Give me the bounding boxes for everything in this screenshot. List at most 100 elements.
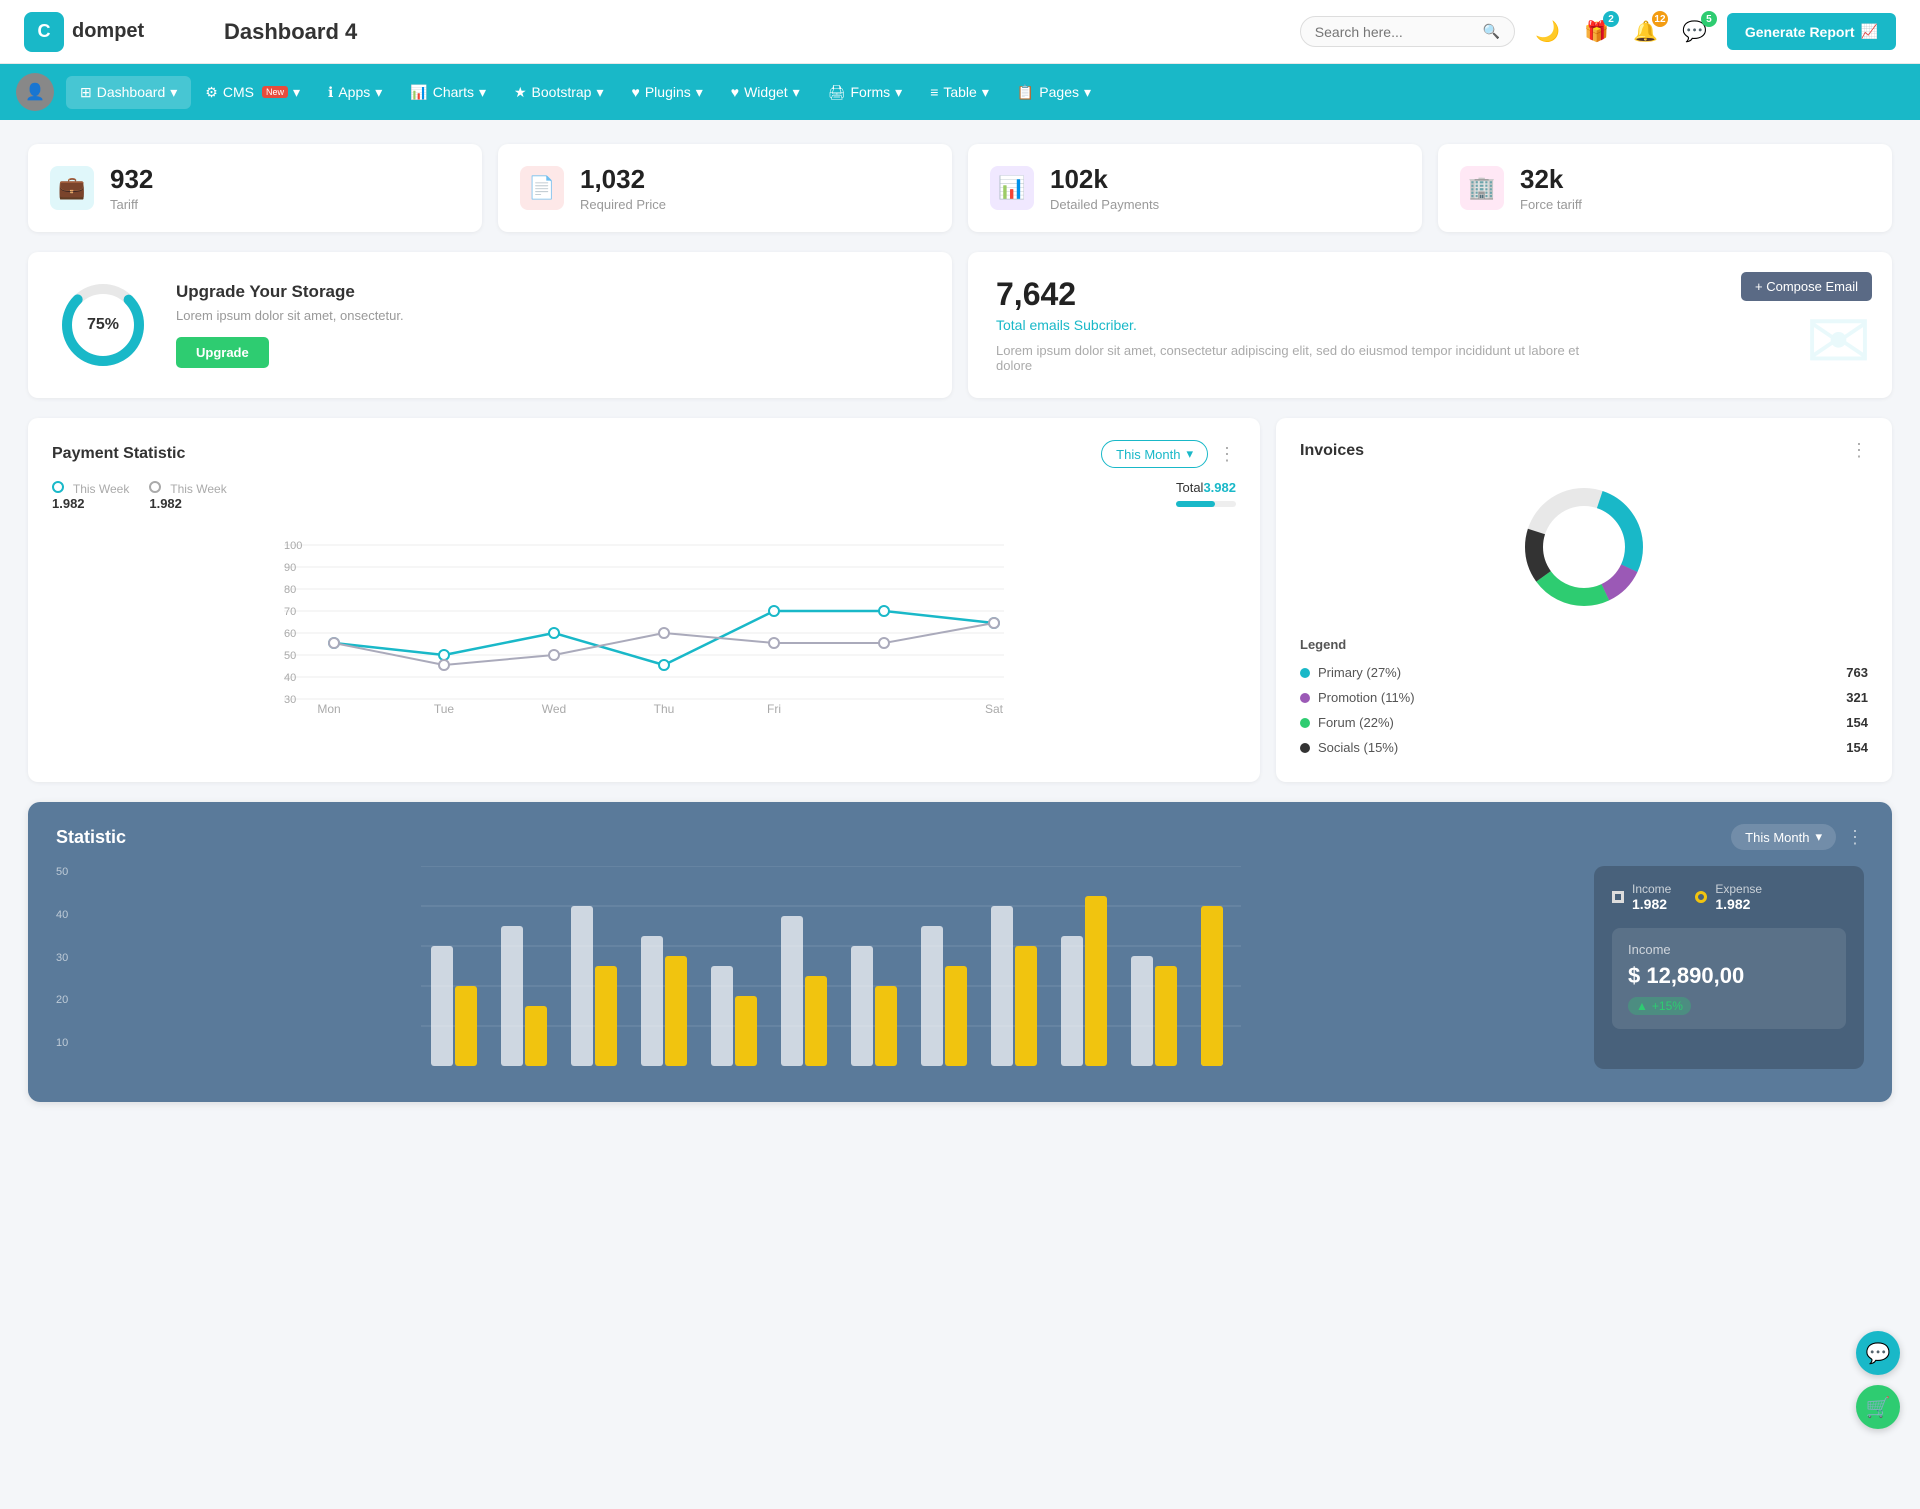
svg-text:60: 60 [284,628,296,640]
bell-badge: 12 [1652,11,1668,27]
nav-label-table: Table [943,84,976,100]
bootstrap-icon: ★ [514,84,527,101]
email-card: + Compose Email 7,642 Total emails Subcr… [968,252,1892,398]
nav-label-pages: Pages [1039,84,1079,100]
income-expense-panel: Income 1.982 Expense 1.982 Income $ [1594,866,1864,1069]
force-tariff-label: Force tariff [1520,197,1582,212]
nav-item-pages[interactable]: 📋 Pages ▾ [1003,76,1105,109]
tariff-label: Tariff [110,197,153,212]
nav-item-table[interactable]: ≡ Table ▾ [916,76,1003,109]
storage-info: Upgrade Your Storage Lorem ipsum dolor s… [176,282,404,368]
moon-icon-btn[interactable]: 🌙 [1531,15,1564,48]
nav-item-plugins[interactable]: ♥ Plugins ▾ [618,76,717,109]
chat-icon-btn[interactable]: 💬 5 [1678,15,1711,48]
nav-label-forms: Forms [850,84,890,100]
invoices-legend-table: Primary (27%) 763 Promotion (11%) 321 Fo… [1300,660,1868,760]
invoices-more-icon[interactable]: ⋮ [1850,440,1868,461]
email-bg-icon: ✉ [1805,295,1872,388]
cms-icon: ⚙ [205,84,218,101]
y-label-20: 20 [56,994,84,1006]
arrow-up-icon: ▲ [1636,999,1648,1013]
chevron-down-icon-stat: ▾ [1815,829,1822,845]
nav-item-widget[interactable]: ♥ Widget ▾ [717,76,814,109]
legend-promotion: Promotion (11%) 321 [1300,685,1868,710]
logo: C dompet [24,12,204,52]
payment-legend2: This Week 1.982 [149,480,226,519]
invoices-card: Invoices ⋮ Legend [1276,418,1892,782]
payment-month-selector[interactable]: This Month ▾ [1101,440,1208,468]
stat-card-tariff: 💼 932 Tariff [28,144,482,232]
y-label-30: 30 [56,952,84,964]
statistic-bar-chart-area: 50 40 30 20 10 [56,866,1574,1069]
income-detail-box: Income $ 12,890,00 ▲ +15% [1612,928,1846,1029]
new-badge: New [262,86,288,98]
bell-icon-btn[interactable]: 🔔 12 [1629,15,1662,48]
upgrade-button[interactable]: Upgrade [176,337,269,368]
payment-invoices-row: Payment Statistic This Month ▾ ⋮ This We… [28,418,1892,782]
nav-item-bootstrap[interactable]: ★ Bootstrap ▾ [500,76,618,109]
gift-icon-btn[interactable]: 🎁 2 [1580,15,1613,48]
income-detail-label: Income [1628,942,1830,957]
chevron-down-icon-apps: ▾ [375,84,382,101]
chevron-down-icon-table: ▾ [982,84,989,101]
chevron-down-icon-plugins: ▾ [696,84,703,101]
nav-item-cms[interactable]: ⚙ CMS New ▾ [191,76,314,109]
legend-forum-label: Forum (22%) [1300,715,1394,730]
forms-icon: 🖨 [828,84,846,101]
stat-card-force-tariff: 🏢 32k Force tariff [1438,144,1892,232]
chevron-down-icon-forms: ▾ [895,84,902,101]
income-detail-badge: ▲ +15% [1628,997,1691,1015]
chevron-down-icon-pages: ▾ [1084,84,1091,101]
search-box[interactable]: 🔍 [1300,16,1515,47]
detailed-payments-value: 102k [1050,164,1159,195]
chevron-down-icon-widget: ▾ [793,84,800,101]
chevron-down-icon-charts: ▾ [479,84,486,101]
fab-support-button[interactable]: 💬 [1856,1331,1900,1375]
invoices-title: Invoices [1300,442,1364,460]
payment-more-icon[interactable]: ⋮ [1218,444,1236,465]
storage-percent: 75% [87,316,119,334]
expense-val: 1.982 [1715,896,1762,912]
fab-cart-button[interactable]: 🛒 [1856,1385,1900,1429]
svg-text:40: 40 [284,672,296,684]
forum-val: 154 [1846,715,1868,730]
nav-label-widget: Widget [744,84,788,100]
nav-item-apps[interactable]: ℹ Apps ▾ [314,76,396,109]
svg-text:Fri: Fri [767,702,781,715]
search-icon[interactable]: 🔍 [1483,23,1500,40]
legend-promotion-label: Promotion (11%) [1300,690,1415,705]
chat-badge: 5 [1701,11,1717,27]
detailed-payments-info: 102k Detailed Payments [1050,164,1159,212]
generate-report-button[interactable]: Generate Report 📈 [1727,13,1896,50]
tariff-info: 932 Tariff [110,164,153,212]
legend1-val: 1.982 [52,496,129,511]
legend2-dot [149,481,161,493]
payment-card-header: Payment Statistic This Month ▾ ⋮ [52,440,1236,468]
detailed-payments-label: Detailed Payments [1050,197,1159,212]
socials-val: 154 [1846,740,1868,755]
svg-text:Wed: Wed [542,702,566,715]
nav-item-dashboard[interactable]: ⊞ Dashboard ▾ [66,76,191,109]
svg-text:80: 80 [284,584,296,596]
mid-row: 75% Upgrade Your Storage Lorem ipsum dol… [28,252,1892,398]
statistic-more-icon[interactable]: ⋮ [1846,827,1864,848]
statistic-month-selector[interactable]: This Month ▾ [1731,824,1836,850]
income-dot [1612,891,1624,903]
statistic-month-label: This Month [1745,830,1809,845]
payment-title: Payment Statistic [52,445,185,463]
chevron-down-icon-cms: ▾ [293,84,300,101]
search-input[interactable] [1315,24,1475,40]
total-bar [1176,501,1236,507]
header-right: 🔍 🌙 🎁 2 🔔 12 💬 5 Generate Report 📈 [1300,13,1896,50]
payment-legend1: This Week 1.982 [52,480,129,519]
charts-icon: 📊 [410,84,427,101]
svg-text:30: 30 [284,694,296,706]
forum-dot [1300,718,1310,728]
nav-item-charts[interactable]: 📊 Charts ▾ [396,76,500,109]
nav-item-forms[interactable]: 🖨 Forms ▾ [814,76,916,109]
gift-badge: 2 [1603,11,1619,27]
y-label-50: 50 [56,866,84,878]
expense-legend: Expense 1.982 [1695,882,1762,912]
payment-card: Payment Statistic This Month ▾ ⋮ This We… [28,418,1260,782]
page-title: Dashboard 4 [204,19,1300,45]
